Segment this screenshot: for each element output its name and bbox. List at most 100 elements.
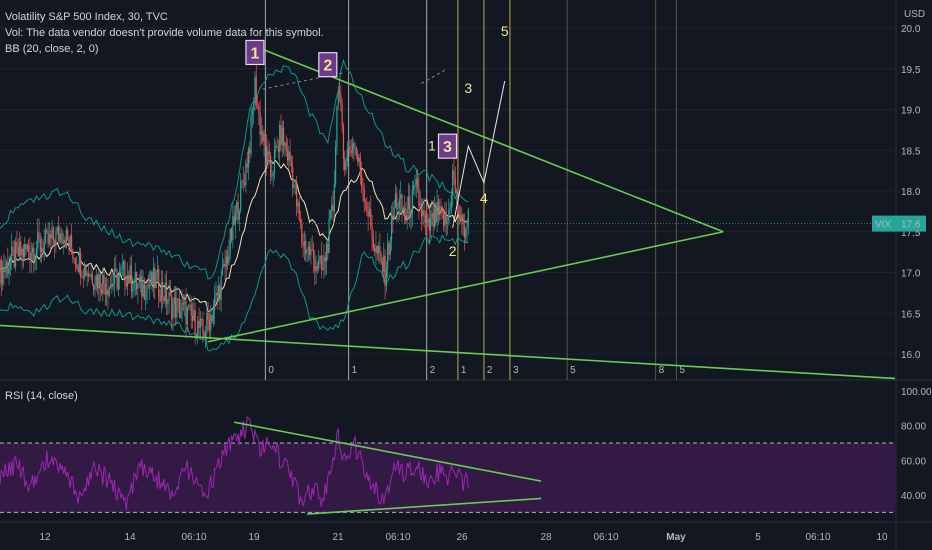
candle-body xyxy=(437,201,439,215)
candle-body xyxy=(9,260,12,268)
candle-body xyxy=(8,267,10,274)
candle-body xyxy=(255,76,257,105)
candle-body xyxy=(383,255,385,272)
candle-body xyxy=(158,269,160,296)
candle-body xyxy=(178,299,181,318)
candle-body xyxy=(298,202,300,220)
candle-body xyxy=(375,245,377,252)
candle-body xyxy=(85,264,87,276)
candle-body xyxy=(372,238,374,249)
candle-body xyxy=(431,212,433,219)
candle-body xyxy=(160,282,162,301)
candle-body xyxy=(420,203,423,217)
candle-body xyxy=(60,233,62,243)
candle-body xyxy=(81,276,83,277)
candle-body xyxy=(309,246,311,256)
candle-body xyxy=(236,202,238,212)
candle-body xyxy=(182,302,185,304)
candle-body xyxy=(224,263,226,267)
candle-body xyxy=(232,216,234,241)
candle-body xyxy=(139,276,142,282)
candle-body xyxy=(184,301,186,304)
candle-body xyxy=(345,161,347,171)
time-tick-label: 5 xyxy=(755,532,761,543)
candle-body xyxy=(133,282,135,291)
candle-body xyxy=(271,176,273,177)
candle-body xyxy=(173,297,175,304)
time-tick-label: 12 xyxy=(39,532,51,543)
candle-body xyxy=(246,163,248,168)
candle-body xyxy=(281,127,283,145)
candle-body xyxy=(267,151,269,163)
candle-body xyxy=(428,218,430,231)
candle-body xyxy=(39,239,41,252)
candle-body xyxy=(164,282,166,302)
candle-body xyxy=(389,241,391,255)
candle-body xyxy=(25,244,27,250)
candle-body xyxy=(151,271,153,286)
rsi-legend: RSI (14, close) xyxy=(5,390,78,402)
rsi-tick-label: 60.00 xyxy=(901,456,926,467)
vertical-marker-label: 5 xyxy=(570,365,576,376)
candle-body xyxy=(398,198,400,208)
candle-body xyxy=(3,268,5,273)
time-tick-label: 14 xyxy=(124,532,136,543)
candle-body xyxy=(245,163,247,186)
candle-body xyxy=(418,188,420,206)
candle-body xyxy=(247,148,250,168)
candle-body xyxy=(102,274,104,294)
wave-label: 2 xyxy=(449,243,457,259)
candle-body xyxy=(436,201,438,223)
candle-body xyxy=(327,243,329,253)
candle-body xyxy=(380,253,382,262)
candle-body xyxy=(293,184,295,188)
candle-body xyxy=(366,202,368,212)
candle-body xyxy=(20,241,22,256)
candle-body xyxy=(146,285,148,300)
candle-body xyxy=(285,142,287,151)
candle-body xyxy=(223,263,225,267)
candle-body xyxy=(350,151,352,154)
candle-body xyxy=(432,212,434,227)
candle-body xyxy=(359,157,361,175)
candle-body xyxy=(57,227,60,241)
rsi-tick-label: 100.00 xyxy=(901,387,932,398)
chart-canvas[interactable]: 16.016.517.017.518.018.519.019.520.0USD0… xyxy=(0,0,932,550)
candle-body xyxy=(387,243,389,270)
candle-body xyxy=(371,225,373,239)
candle-body xyxy=(34,256,36,262)
price-tick-label: 16.0 xyxy=(901,350,921,361)
candle-body xyxy=(289,151,291,164)
candle-body xyxy=(175,297,177,318)
candle-body xyxy=(70,235,73,250)
price-tick-label: 18.0 xyxy=(901,187,921,198)
candle-body xyxy=(69,235,71,247)
candle-body xyxy=(76,264,78,268)
candle-body xyxy=(459,217,462,222)
candle-body xyxy=(90,273,92,277)
candle-body xyxy=(401,194,403,211)
candle-body xyxy=(119,269,121,277)
candle-body xyxy=(177,299,179,300)
vertical-marker-label: 1 xyxy=(461,365,467,376)
candle-body xyxy=(340,94,342,105)
candle-body xyxy=(51,227,53,239)
candle-body xyxy=(424,215,426,223)
candle-body xyxy=(292,166,294,188)
candle-body xyxy=(112,283,114,287)
candle-body xyxy=(64,239,66,248)
candle-body xyxy=(328,217,330,253)
candle-body xyxy=(26,245,28,250)
candle-body xyxy=(393,206,395,219)
candle-body xyxy=(280,125,282,145)
candle-body xyxy=(323,256,325,271)
candle-body xyxy=(240,181,242,212)
candle-body xyxy=(400,194,402,199)
candle-body xyxy=(211,314,213,322)
candle-body xyxy=(445,211,447,224)
candle-body xyxy=(159,295,161,301)
candle-body xyxy=(405,215,407,220)
candle-body xyxy=(163,296,165,302)
candle-body xyxy=(331,205,333,211)
candle-body xyxy=(162,282,164,297)
